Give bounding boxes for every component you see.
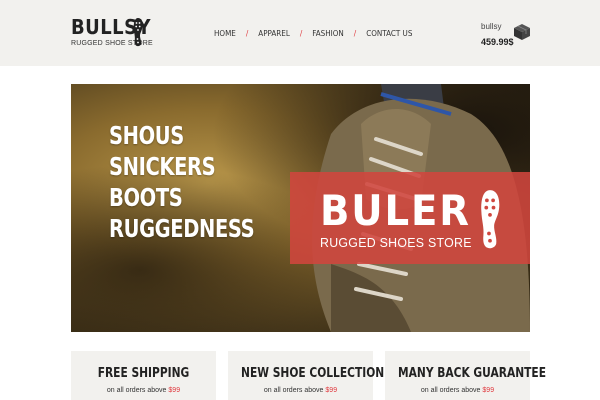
- headline-line: SHOUS: [109, 121, 184, 150]
- feature-list: FREE SHIPPING on all orders above $99 NE…: [71, 351, 546, 400]
- logo-subtitle: RUGGED SHOE STORE: [71, 40, 153, 47]
- headline-line: SNICKERS: [109, 152, 216, 181]
- main-nav: HOME / APPAREL / FASHION / CONTACT US: [214, 29, 412, 38]
- cart-total: 459.99$: [481, 37, 514, 47]
- feature-price: $99: [325, 387, 338, 394]
- shoe-sole-icon: [133, 18, 143, 47]
- nav-apparel[interactable]: APPAREL: [258, 29, 290, 38]
- cart-summary[interactable]: bullsy 459.99$: [481, 22, 514, 47]
- cart-user[interactable]: bullsy: [481, 22, 514, 31]
- logo[interactable]: BULLSY RUGGED SHOE STORE: [71, 17, 160, 47]
- feature-card[interactable]: FREE SHIPPING on all orders above $99: [71, 351, 216, 400]
- feature-description: on all orders above: [106, 387, 167, 394]
- nav-separator: /: [299, 29, 303, 38]
- nav-separator: /: [353, 29, 357, 38]
- nav-home[interactable]: HOME: [214, 29, 236, 38]
- feature-title: MANY BACK GUARANTEE: [398, 366, 546, 381]
- feature-card[interactable]: NEW SHOE COLLECTION on all orders above …: [228, 351, 385, 400]
- feature-description: on all orders above: [263, 387, 324, 394]
- brand-overlay: BULER RUGGED SHOES STORE: [290, 172, 530, 264]
- hero-headline: SHOUS SNICKERS BOOTS RUGGEDNESS: [109, 120, 255, 244]
- feature-price: $99: [168, 387, 181, 394]
- nav-separator: /: [245, 29, 249, 38]
- hero-banner[interactable]: SHOUS SNICKERS BOOTS RUGGEDNESS BULER RU…: [71, 84, 530, 332]
- feature-text: on all orders above $99: [71, 387, 216, 394]
- feature-title: NEW SHOE COLLECTION: [241, 366, 385, 381]
- nav-contact-us[interactable]: CONTACT US: [366, 29, 412, 38]
- feature-text: on all orders above $99: [228, 387, 373, 394]
- headline-line: BOOTS: [109, 183, 183, 212]
- box-icon[interactable]: [513, 23, 531, 41]
- feature-description: on all orders above: [420, 387, 481, 394]
- shoe-sole-icon: [481, 190, 500, 249]
- nav-fashion[interactable]: FASHION: [312, 29, 343, 38]
- feature-price: $99: [482, 387, 495, 394]
- brand-subtitle: RUGGED SHOES STORE: [320, 235, 472, 250]
- feature-card[interactable]: MANY BACK GUARANTEE on all orders above …: [385, 351, 546, 400]
- headline-line: RUGGEDNESS: [109, 214, 255, 243]
- site-header: BULLSY RUGGED SHOE STORE HOME / APPAREL …: [0, 0, 600, 66]
- feature-title: FREE SHIPPING: [97, 366, 190, 381]
- brand-name: BULER: [320, 186, 471, 235]
- feature-text: on all orders above $99: [385, 387, 530, 394]
